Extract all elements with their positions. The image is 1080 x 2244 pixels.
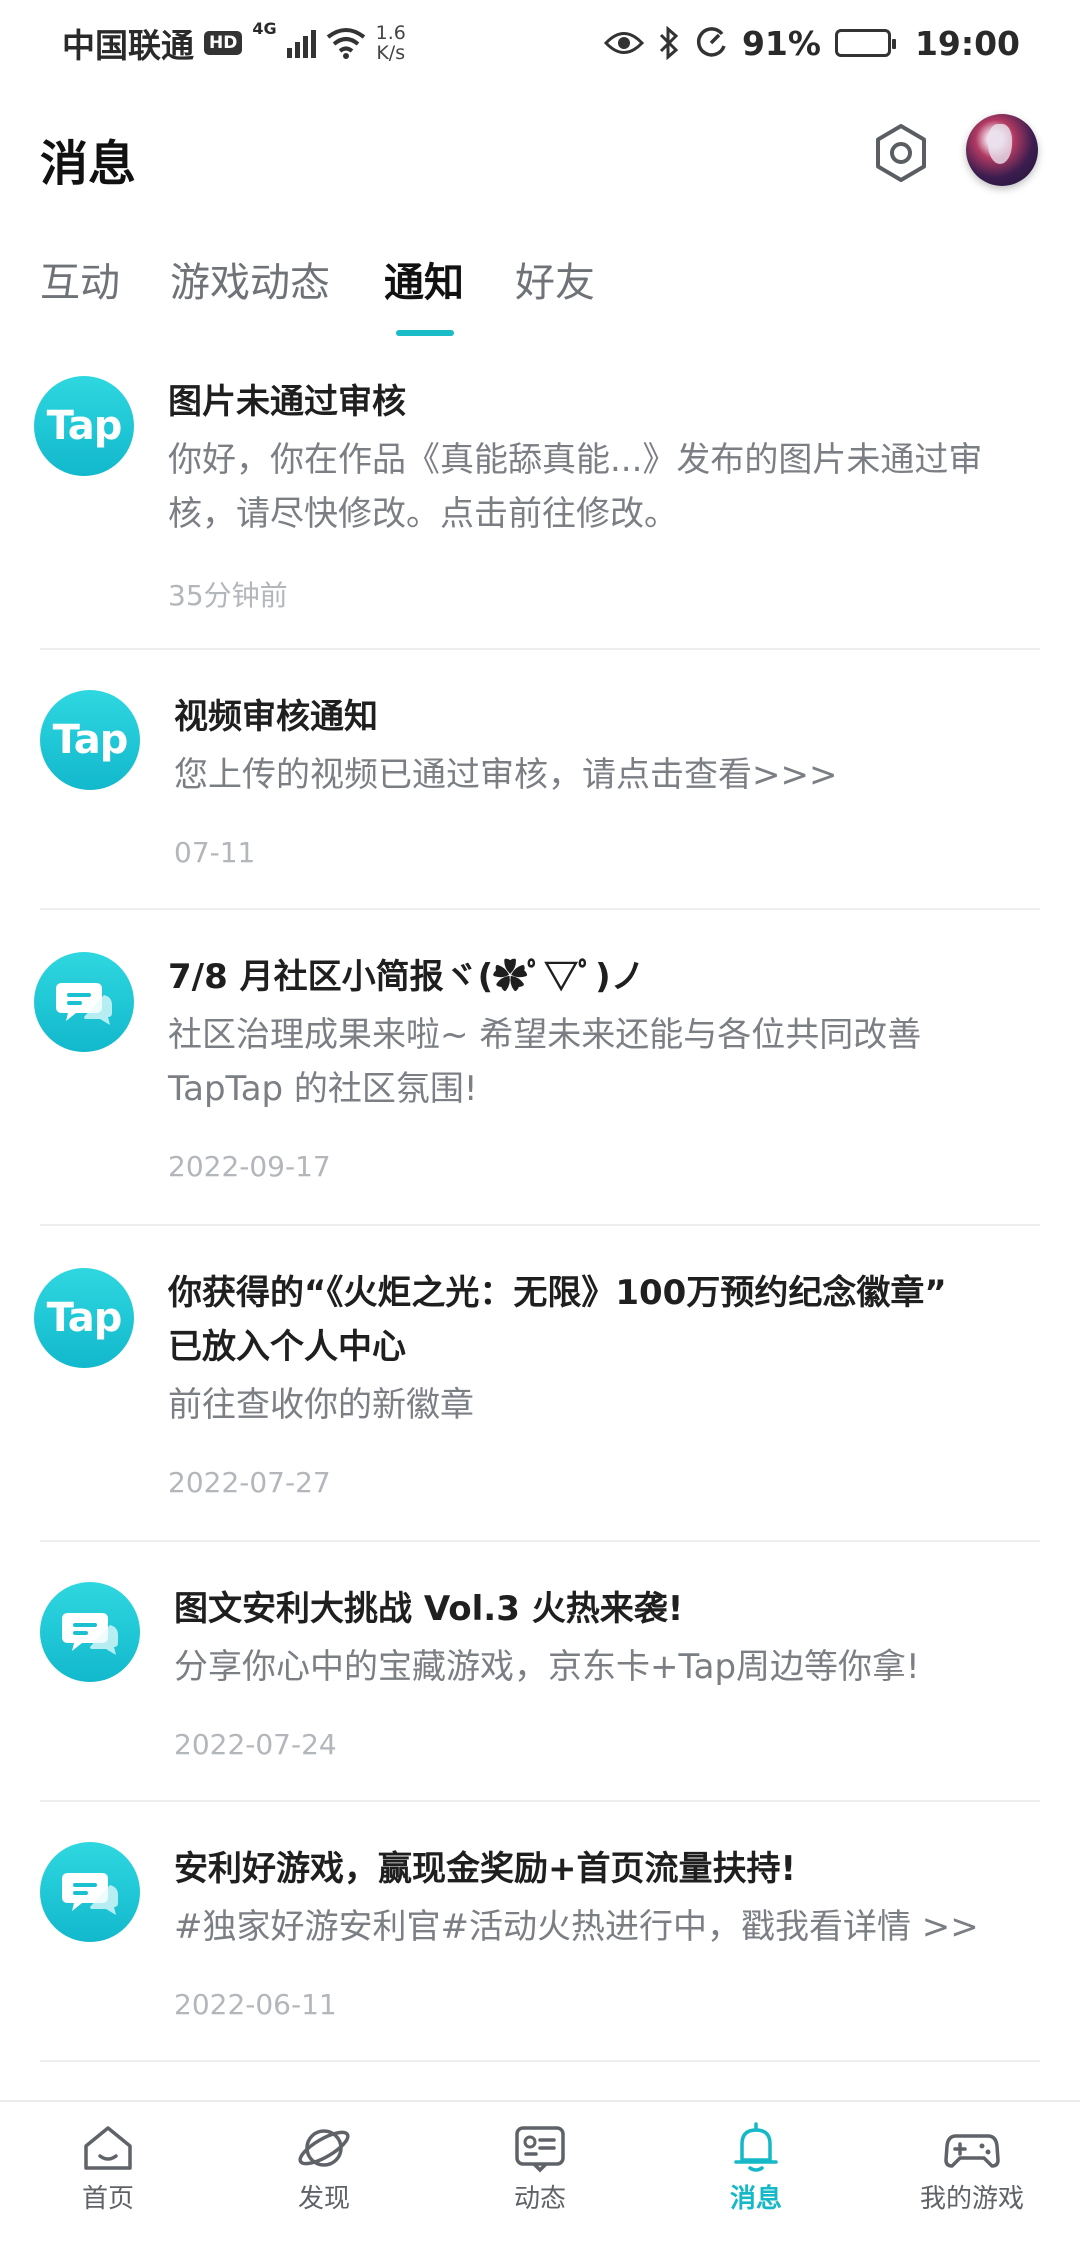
notification-time: 35分钟前 <box>168 579 288 612</box>
status-left: 中国联通 HD 4G 1.6 K/s <box>62 19 406 67</box>
bluetooth-icon <box>659 26 679 60</box>
notification-body-line: 您上传的视频已通过审核，请点击查看>>> <box>174 755 838 795</box>
nav-label: 发现 <box>297 2184 350 2214</box>
list-item[interactable]: Tap 视频审核通知 您上传的视频已通过审核，请点击查看>>> 07-11 <box>0 650 1080 910</box>
notification-time: 07-11 <box>174 836 256 869</box>
feed-card-icon <box>515 2126 565 2173</box>
clock: 19:00 <box>914 23 1020 63</box>
tab-game-updates[interactable]: 游戏动态 <box>170 250 330 308</box>
notification-title-line: 你获得的“《火炬之光：无限》100万预约纪念徽章” <box>168 1273 947 1313</box>
notification-title: 图文安利大挑战 Vol.3 火热来袭! <box>174 1589 684 1629</box>
taptap-logo-icon: Tap <box>34 1268 134 1368</box>
hd-badge: HD <box>204 31 243 55</box>
nav-label: 动态 <box>513 2184 566 2214</box>
app-header: 消息 <box>0 110 1080 200</box>
notification-time: 2022-06-11 <box>174 1988 337 2021</box>
carrier-label: 中国联通 <box>62 26 194 65</box>
notification-body-line: TapTap 的社区氛围! <box>168 1069 478 1109</box>
avatar[interactable] <box>966 114 1038 186</box>
chat-bubble-glyph <box>56 983 112 1025</box>
notification-time: 2022-07-24 <box>174 1728 337 1761</box>
notification-body-line: #独家好游安利官#活动火热进行中，戳我看详情 >> <box>174 1907 979 1947</box>
notification-body-line: 分享你心中的宝藏游戏，京东卡+Tap周边等你拿! <box>174 1647 920 1687</box>
bell-icon <box>734 2122 778 2172</box>
status-right: 91% 19:00 <box>603 23 1020 63</box>
nav-label: 首页 <box>81 2184 134 2214</box>
speed-value: 1.6 <box>375 22 406 44</box>
chat-bubble-glyph <box>62 1873 118 1915</box>
active-tab-indicator <box>396 330 454 336</box>
notification-title: 图片未通过审核 <box>168 382 406 422</box>
nav-discover[interactable]: 发现 <box>244 2122 404 2215</box>
list-item[interactable]: 图文安利大挑战 Vol.3 火热来袭! 分享你心中的宝藏游戏，京东卡+Tap周边… <box>0 1542 1080 1802</box>
notification-title-line: 已放入个人中心 <box>168 1327 406 1367</box>
notification-title: 7/8 月社区小简报ヾ(✿ﾟ▽ﾟ)ノ <box>168 957 645 997</box>
battery-percent: 91% <box>741 23 821 63</box>
speed-unit: K/s <box>376 42 406 64</box>
network-type: 4G <box>252 19 277 38</box>
list-item[interactable]: Tap 你获得的“《火炬之光：无限》100万预约纪念徽章” 已放入个人中心 前往… <box>0 1226 1080 1542</box>
gamepad-icon <box>944 2134 1000 2168</box>
notification-body-line: 核，请尽快修改。点击前往修改。 <box>168 494 678 534</box>
chat-bubble-icon <box>40 1842 140 1942</box>
notification-time: 2022-07-27 <box>168 1466 331 1499</box>
nav-my-games[interactable]: 我的游戏 <box>892 2122 1052 2215</box>
list-item[interactable]: 7/8 月社区小简报ヾ(✿ﾟ▽ﾟ)ノ 社区治理成果来啦~ 希望未来还能与各位共同… <box>0 910 1080 1226</box>
bottom-nav: 首页 发现 动态 消息 我的游戏 <box>0 2100 1080 2244</box>
list-item[interactable]: 安利好游戏，赢现金奖励+首页流量扶持! #独家好游安利官#活动火热进行中，戳我看… <box>0 1802 1080 2062</box>
list-item[interactable]: Tap 图片未通过审核 你好，你在作品《真能舔真能...》发布的图片未通过审 核… <box>0 350 1080 650</box>
signal-icon <box>286 28 316 58</box>
wifi-icon <box>326 28 365 59</box>
notification-body-line: 社区治理成果来啦~ 希望未来还能与各位共同改善 <box>168 1015 922 1055</box>
notification-title: 安利好游戏，赢现金奖励+首页流量扶持! <box>174 1849 796 1889</box>
notification-body-line: 前往查收你的新徽章 <box>168 1385 474 1425</box>
tab-friends[interactable]: 好友 <box>515 250 595 308</box>
notification-body-line: 你好，你在作品《真能舔真能...》发布的图片未通过审 <box>168 440 983 480</box>
notification-time: 2022-09-17 <box>168 1150 331 1183</box>
message-tabs: 互动 游戏动态 通知 好友 <box>0 250 1080 340</box>
tab-interaction[interactable]: 互动 <box>40 250 120 308</box>
discover-planet-icon <box>298 2129 350 2167</box>
notification-title: 视频审核通知 <box>174 697 378 737</box>
taptap-logo-icon: Tap <box>34 376 134 476</box>
taptap-logo-icon: Tap <box>40 690 140 790</box>
nav-feed[interactable]: 动态 <box>460 2122 620 2215</box>
nav-label: 消息 <box>729 2184 782 2214</box>
nav-messages[interactable]: 消息 <box>676 2122 836 2215</box>
home-icon <box>84 2126 132 2170</box>
chat-bubble-glyph <box>62 1613 118 1655</box>
chat-bubble-icon <box>34 952 134 1052</box>
network-speed: 1.6 K/s <box>376 23 406 63</box>
nav-home[interactable]: 首页 <box>28 2122 188 2215</box>
chat-bubble-icon <box>40 1582 140 1682</box>
settings-hexagon-icon[interactable] <box>870 122 932 184</box>
battery-icon <box>834 29 896 57</box>
data-saver-icon <box>696 27 726 57</box>
divider <box>40 2060 1040 2062</box>
tab-notifications[interactable]: 通知 <box>384 250 464 308</box>
nav-label: 我的游戏 <box>919 2184 1024 2214</box>
status-bar: 中国联通 HD 4G 1.6 K/s 91% 19:00 <box>0 0 1080 86</box>
eye-icon <box>603 32 644 54</box>
page-title: 消息 <box>40 136 137 192</box>
